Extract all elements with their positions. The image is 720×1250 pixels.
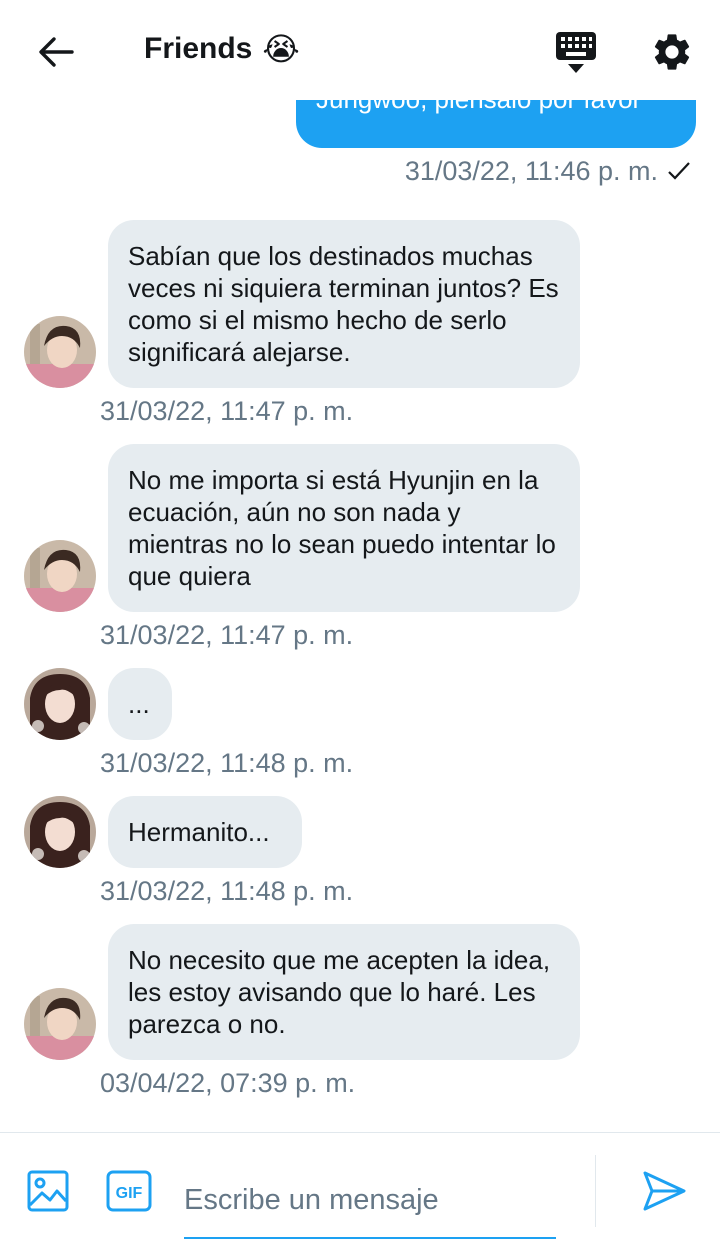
back-button[interactable]	[36, 32, 76, 72]
composer-divider	[595, 1155, 596, 1227]
message-text: No necesito que me acepten la idea, les …	[128, 945, 551, 1039]
chat-title-text: Friends	[144, 32, 253, 65]
message-composer: GIF	[0, 1132, 720, 1250]
message-timestamp: 31/03/22, 11:47 p. m.	[100, 396, 354, 426]
incoming-message-bubble[interactable]: No me importa si está Hyunjin en la ecua…	[108, 444, 580, 612]
message-text: Sabían que los destinados muchas veces n…	[128, 241, 559, 367]
add-image-button[interactable]	[26, 1169, 70, 1213]
message-list[interactable]: Jungwoo, piénsalo por favor 31/03/22, 11…	[0, 100, 720, 1132]
gif-label: GIF	[116, 1185, 143, 1202]
arrow-left-icon	[39, 37, 74, 67]
avatar-female-image	[24, 796, 96, 868]
incoming-message-bubble[interactable]: Sabían que los destinados muchas veces n…	[108, 220, 580, 388]
chat-header: Friends 😭	[0, 0, 720, 100]
avatar-male-image	[24, 540, 96, 612]
message-text: Hermanito...	[128, 817, 270, 847]
message-timestamp: 31/03/22, 11:48 p. m.	[100, 876, 354, 906]
avatar-female[interactable]	[24, 796, 96, 868]
message-text: Jungwoo, piénsalo por favor	[316, 100, 641, 115]
avatar-male[interactable]	[24, 540, 96, 612]
avatar-male-image	[24, 988, 96, 1060]
message-timestamp: 31/03/22, 11:47 p. m.	[100, 620, 354, 650]
keyboard-toggle-button[interactable]	[552, 30, 600, 76]
message-text: No me importa si está Hyunjin en la ecua…	[128, 465, 556, 591]
avatar-female-image	[24, 668, 96, 740]
gif-icon: GIF	[106, 1170, 152, 1212]
outgoing-message-bubble[interactable]: Jungwoo, piénsalo por favor	[296, 100, 696, 148]
avatar-male[interactable]	[24, 316, 96, 388]
sent-check-icon	[668, 162, 690, 180]
message-timestamp: 31/03/22, 11:46 p. m.	[404, 156, 658, 186]
incoming-message-bubble[interactable]: Hermanito...	[108, 796, 302, 868]
chat-title: Friends 😭	[144, 30, 300, 68]
message-timestamp: 03/04/22, 07:39 p. m.	[100, 1068, 356, 1098]
avatar-male[interactable]	[24, 988, 96, 1060]
incoming-message-bubble[interactable]: ...	[108, 668, 172, 740]
settings-button[interactable]	[650, 30, 694, 74]
message-timestamp: 31/03/22, 11:48 p. m.	[100, 748, 354, 778]
send-button[interactable]	[640, 1169, 688, 1213]
gear-icon	[654, 34, 690, 70]
send-icon	[643, 1171, 686, 1211]
incoming-message-bubble[interactable]: No necesito que me acepten la idea, les …	[108, 924, 580, 1060]
add-gif-button[interactable]: GIF	[106, 1169, 152, 1213]
keyboard-icon	[556, 32, 596, 73]
avatar-female[interactable]	[24, 668, 96, 740]
image-icon	[27, 1170, 69, 1212]
message-text: ...	[128, 689, 150, 719]
message-input[interactable]	[184, 1163, 556, 1239]
avatar-male-image	[24, 316, 96, 388]
crying-face-emoji: 😭	[262, 31, 300, 67]
